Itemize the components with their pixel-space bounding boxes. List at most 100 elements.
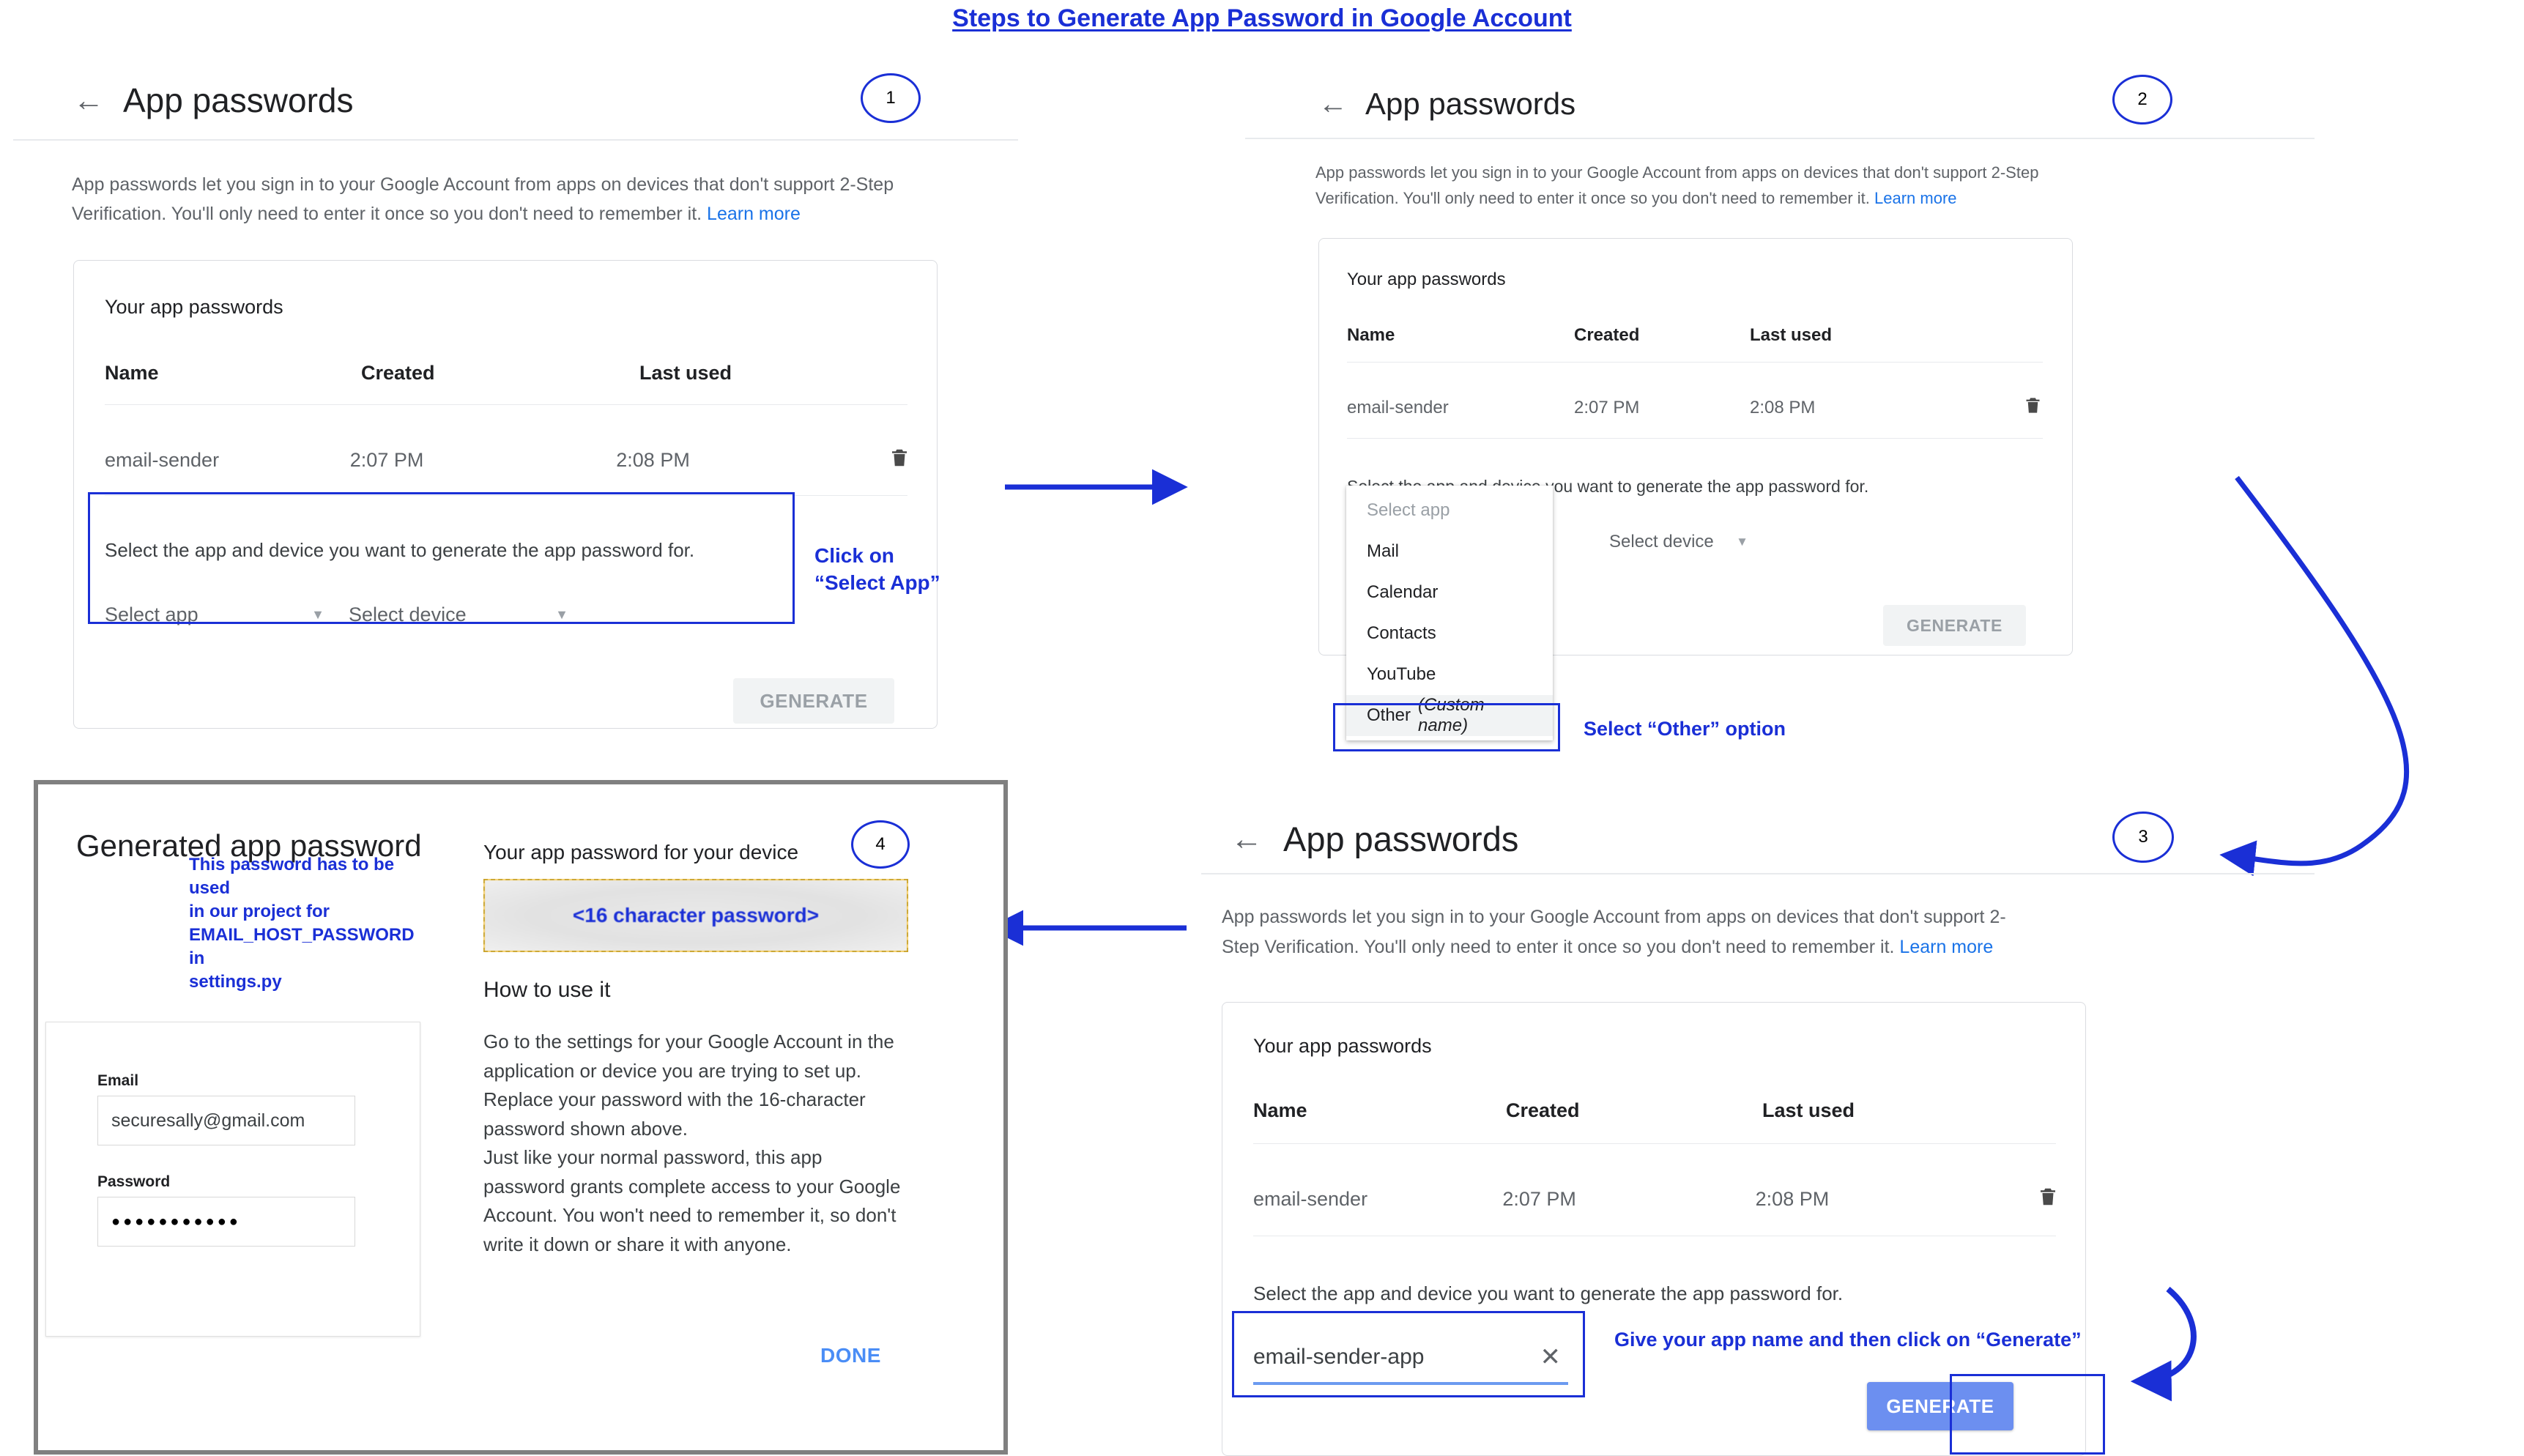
annotation-step3: Give your app name and then click on “Ge… (1614, 1329, 2082, 1351)
table-divider-top (1253, 1143, 2056, 1144)
highlight-generate-button (1950, 1374, 2105, 1455)
highlight-select-row (88, 492, 795, 624)
cell-created: 2:07 PM (1574, 398, 1640, 417)
p4-device-label: Your app password for your device (483, 841, 799, 863)
page-title: App passwords (1283, 820, 1519, 858)
annotation-step4-line3: EMAIL_HOST_PASSWORD in (189, 924, 415, 968)
cell-created: 2:07 PM (349, 448, 424, 471)
learn-more-link[interactable]: Learn more (707, 204, 801, 224)
dropdown-item-youtube[interactable]: YouTube (1346, 654, 1553, 695)
cell-last-used: 2:08 PM (1755, 1187, 1830, 1210)
annotation-step2: Select “Other” option (1584, 718, 1786, 740)
email-value: securesally@gmail.com (111, 1110, 305, 1131)
table-divider-bottom (1347, 438, 2043, 439)
password-field[interactable]: ●●●●●●●●●●● (97, 1197, 355, 1247)
project-credentials-form: Email securesally@gmail.com Password ●●●… (45, 1022, 420, 1337)
dropdown-item-label: Select app (1367, 500, 1450, 520)
p4-howto-body: Go to the settings for your Google Accou… (483, 1030, 901, 1255)
col-header-name: Name (1347, 325, 1395, 345)
email-field[interactable]: securesally@gmail.com (97, 1096, 355, 1145)
learn-more-link[interactable]: Learn more (1874, 189, 1957, 207)
col-header-created: Created (361, 362, 435, 384)
dropdown-item-calendar[interactable]: Calendar (1346, 572, 1553, 613)
select-device-dropdown[interactable]: Select device ▼ (1609, 532, 1748, 552)
step-bubble-1: 1 (861, 73, 921, 123)
select-app-dropdown-menu[interactable]: Select app Mail Calendar Contacts YouTub… (1346, 486, 1553, 740)
annotation-step1-line2: “Select App” (814, 571, 940, 595)
figure-title: Steps to Generate App Password in Google… (952, 4, 1572, 32)
page-title: App passwords (123, 81, 354, 119)
cell-name: email-sender (105, 448, 220, 471)
cell-name: email-sender (1253, 1187, 1368, 1210)
back-arrow-icon[interactable]: ← (73, 85, 104, 116)
cell-created: 2:07 PM (1502, 1187, 1576, 1210)
highlight-other-option (1333, 703, 1560, 751)
panel3-intro: App passwords let you sign in to your Go… (1222, 902, 2042, 962)
annotation-step4-line1: This password has to be used (189, 855, 395, 898)
col-header-name: Name (1253, 1099, 1307, 1121)
p4-howto-heading: How to use it (483, 978, 611, 1002)
annotation-step4: This password has to be used in our proj… (189, 853, 423, 993)
dropdown-item-label: YouTube (1367, 664, 1436, 684)
table-divider-top (1347, 362, 2043, 363)
password-value: ●●●●●●●●●●● (111, 1213, 241, 1230)
cell-name: email-sender (1347, 398, 1449, 417)
cell-last-used: 2:08 PM (1750, 398, 1816, 417)
dropdown-item-contacts[interactable]: Contacts (1346, 613, 1553, 654)
step-bubble-3: 3 (2112, 811, 2174, 863)
col-header-name: Name (105, 362, 159, 384)
trash-icon[interactable] (888, 445, 910, 475)
col-header-created: Created (1506, 1099, 1580, 1121)
dropdown-item-label: Calendar (1367, 582, 1439, 602)
trash-icon[interactable] (2037, 1184, 2059, 1214)
dropdown-item-select-app[interactable]: Select app (1346, 490, 1553, 531)
learn-more-link[interactable]: Learn more (1899, 937, 1993, 957)
panel1-intro: App passwords let you sign in to your Go… (72, 170, 936, 229)
generate-button[interactable]: GENERATE (733, 678, 894, 724)
dropdown-item-mail[interactable]: Mail (1346, 531, 1553, 572)
page-title: App passwords (1365, 86, 1576, 121)
header-divider (13, 139, 1018, 141)
card-heading: Your app passwords (1253, 1035, 1432, 1057)
dropdown-item-label: Mail (1367, 541, 1400, 561)
panel3-header: ← App passwords (1231, 819, 1518, 859)
trash-icon[interactable] (2023, 394, 2043, 422)
generated-password-box[interactable]: <16 character password> (483, 879, 908, 952)
annotation-step4-line4: settings.py (189, 971, 282, 992)
header-divider (1201, 873, 2315, 874)
select-prompt: Select the app and device you want to ge… (1253, 1282, 1844, 1304)
intro-text: App passwords let you sign in to your Go… (1222, 907, 2006, 957)
done-button[interactable]: DONE (820, 1344, 881, 1367)
table-divider-top (105, 404, 907, 405)
table-header-row: Name Created Last used (1253, 1099, 2059, 1122)
table-row: email-sender 2:07 PM 2:08 PM (105, 431, 910, 489)
col-header-last-used: Last used (1762, 1099, 1855, 1121)
table-row: email-sender 2:07 PM 2:08 PM (1347, 382, 2050, 434)
email-label: Email (97, 1072, 139, 1089)
back-arrow-icon[interactable]: ← (1318, 89, 1348, 119)
back-arrow-icon[interactable]: ← (1231, 822, 1263, 855)
table-header-row: Name Created Last used (105, 362, 910, 385)
password-label: Password (97, 1173, 171, 1190)
generate-button[interactable]: GENERATE (1883, 605, 2026, 646)
panel1-header: ← App passwords (73, 81, 354, 120)
chevron-down-icon: ▼ (1736, 535, 1748, 549)
annotation-step4-line2: in our project for (189, 901, 330, 921)
col-header-last-used: Last used (1750, 325, 1833, 345)
header-divider (1245, 138, 2315, 139)
col-header-last-used: Last used (639, 362, 732, 384)
generated-password-value: <16 character password> (485, 880, 907, 951)
cell-last-used: 2:08 PM (616, 448, 690, 471)
card-heading: Your app passwords (1347, 270, 1506, 289)
annotation-step1-line1: Click on (814, 544, 894, 567)
card-heading: Your app passwords (105, 296, 283, 318)
panel2-header: ← App passwords (1318, 86, 1575, 122)
col-header-created: Created (1574, 325, 1640, 345)
dropdown-item-label: Contacts (1367, 623, 1436, 643)
select-device-label: Select device (1609, 532, 1714, 551)
table-header-row: Name Created Last used (1347, 325, 2050, 346)
step-bubble-4: 4 (851, 820, 910, 869)
highlight-app-name-input (1232, 1311, 1585, 1397)
annotation-step1: Click on “Select App” (814, 542, 983, 596)
step-bubble-2: 2 (2112, 75, 2172, 125)
